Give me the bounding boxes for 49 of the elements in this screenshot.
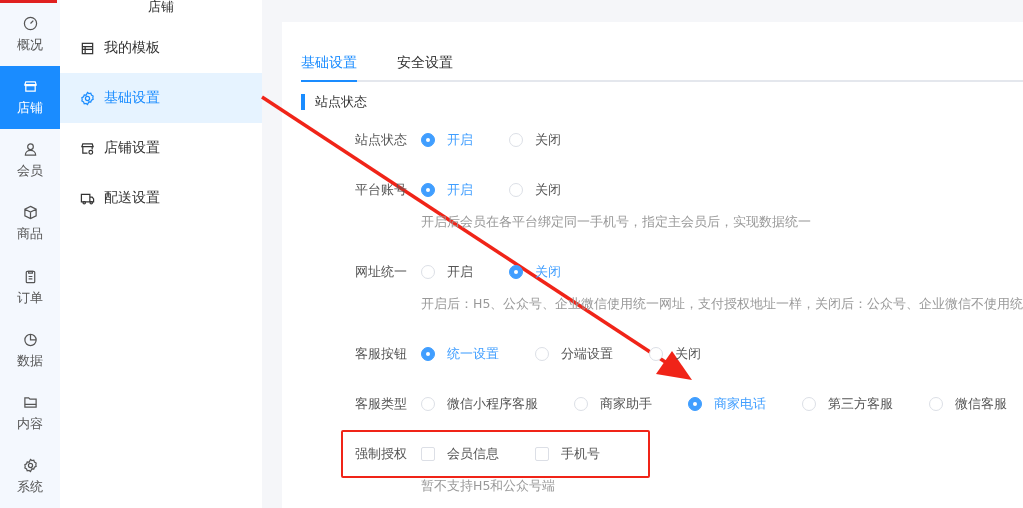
submenu-item[interactable]: 我的模板: [60, 23, 262, 73]
field-label: 强制授权: [355, 445, 408, 463]
radio-option[interactable]: 第三方客服: [802, 395, 893, 413]
radio-option[interactable]: 开启: [421, 263, 473, 281]
radio-option[interactable]: 微信小程序客服: [421, 395, 538, 413]
submenu-item[interactable]: 配送设置: [60, 173, 262, 223]
user-icon: [22, 142, 38, 158]
radio-option[interactable]: 关闭: [509, 181, 561, 199]
tab[interactable]: 安全设置: [397, 52, 453, 82]
pie-icon: [22, 331, 38, 347]
nav-item[interactable]: 系统: [0, 444, 60, 508]
radio-button[interactable]: [509, 265, 523, 279]
nav-item[interactable]: 数据: [0, 318, 60, 382]
box-icon: [22, 205, 38, 221]
radio-option[interactable]: 商家助手: [574, 395, 652, 413]
submenu-title: 店铺: [147, 0, 175, 16]
shop-icon: [22, 79, 38, 95]
radio-button[interactable]: [421, 347, 435, 361]
radio-option[interactable]: 关闭: [649, 345, 701, 363]
gauge-icon: [22, 16, 38, 32]
nav-item[interactable]: 概况: [0, 3, 60, 67]
nav-item[interactable]: 商品: [0, 192, 60, 256]
gear-icon: [80, 90, 95, 106]
gear-icon: [22, 457, 38, 473]
radio-option[interactable]: 分端设置: [535, 345, 613, 363]
radio-button[interactable]: [421, 133, 435, 147]
field-label: 客服类型: [355, 395, 408, 413]
submenu-item[interactable]: 店铺设置: [60, 123, 262, 173]
nav-item[interactable]: 内容: [0, 381, 60, 445]
nav-item[interactable]: 订单: [0, 255, 60, 319]
checkbox-option[interactable]: 手机号: [535, 445, 600, 463]
checkbox-option[interactable]: 会员信息: [421, 445, 499, 463]
field-label: 客服按钮: [355, 345, 408, 363]
radio-button[interactable]: [421, 183, 435, 197]
tab[interactable]: 基础设置: [301, 52, 357, 82]
nav-item[interactable]: 会员: [0, 129, 60, 193]
table-icon: [80, 40, 95, 56]
hint-text: 暂不支持H5和公众号端: [420, 477, 557, 495]
radio-button[interactable]: [688, 397, 702, 411]
section-title: 站点状态: [301, 94, 1023, 110]
radio-option[interactable]: 微信客服: [929, 395, 1007, 413]
checkbox[interactable]: [421, 447, 435, 461]
radio-option[interactable]: 关闭: [509, 131, 561, 149]
top-bar: [0, 0, 57, 3]
field-label: 网址统一: [355, 263, 408, 281]
shop-icon: [80, 140, 95, 156]
checkbox[interactable]: [535, 447, 549, 461]
field-label: 站点状态: [355, 131, 408, 149]
folder-icon: [22, 394, 38, 410]
